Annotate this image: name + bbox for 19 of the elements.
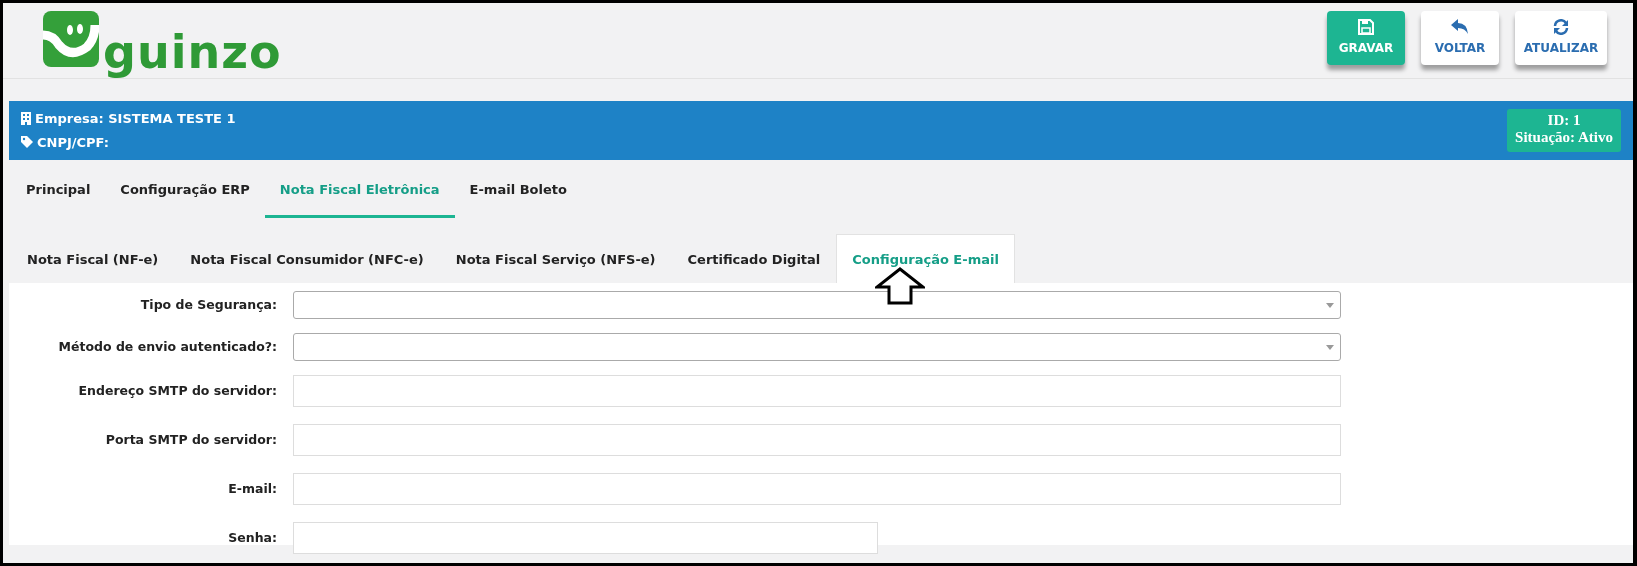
- toolbar-button[interactable]: VOLTAR: [1421, 11, 1499, 65]
- toolbar-button[interactable]: ATUALIZAR: [1515, 11, 1607, 65]
- sub-tab[interactable]: Nota Fiscal (NF-e): [11, 233, 175, 283]
- main-tab[interactable]: Principal: [11, 164, 106, 218]
- record-status: Situação: Ativo: [1515, 128, 1613, 145]
- field-label: E-mail:: [227, 479, 278, 498]
- document-label: CNPJ/CPF:: [37, 133, 109, 152]
- company-name: Empresa: SISTEMA TESTE 1: [35, 110, 236, 128]
- sub-tab[interactable]: Nota Fiscal Consumidor (NFC-e): [174, 233, 440, 283]
- sub-tab[interactable]: Certificado Digital: [671, 233, 837, 283]
- field-label: Senha:: [227, 528, 278, 547]
- field-label: Tipo de Segurança:: [139, 295, 278, 314]
- sub-tab[interactable]: Nota Fiscal Serviço (NFS-e): [439, 233, 672, 283]
- field-label: Porta SMTP do servidor:: [104, 430, 278, 449]
- main-tab[interactable]: E-mail Boleto: [454, 164, 582, 218]
- main-tab[interactable]: Configuração ERP: [105, 164, 265, 218]
- record-id: ID: 1: [1546, 112, 1582, 129]
- field-label: Método de envio autenticado?:: [57, 337, 278, 356]
- field-label: Endereço SMTP do servidor:: [77, 381, 278, 400]
